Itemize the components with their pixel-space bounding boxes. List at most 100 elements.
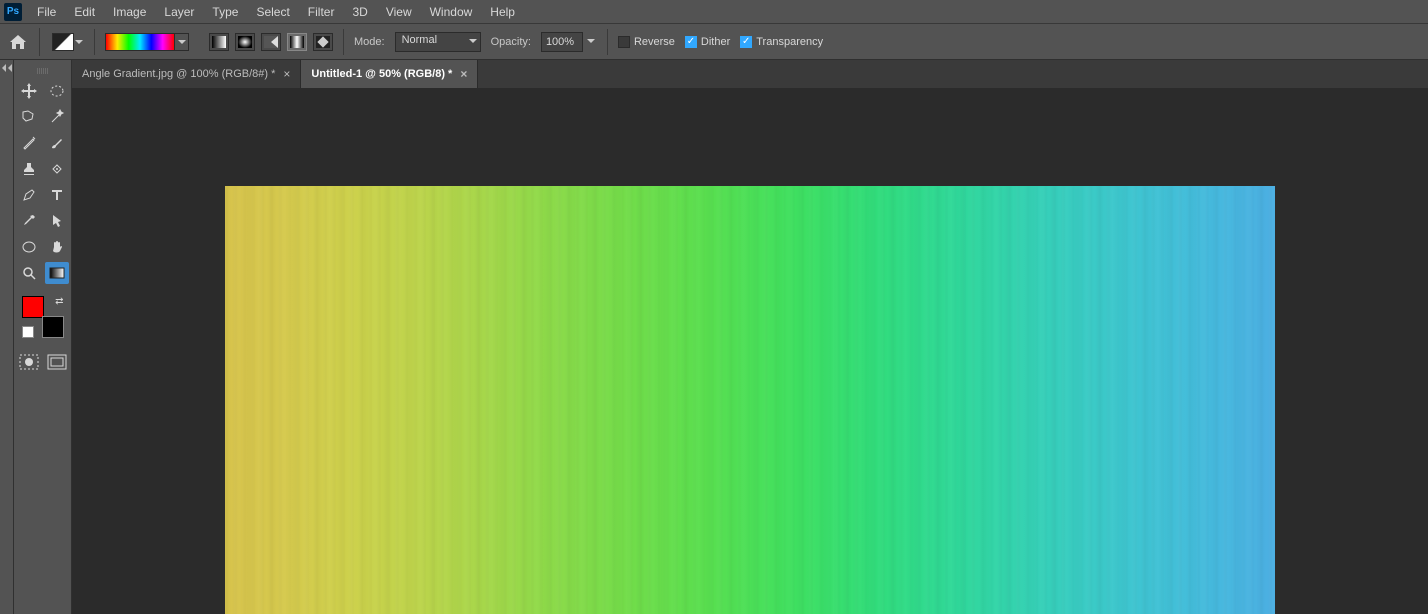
canvas-viewport[interactable]: [72, 88, 1428, 614]
stamp-icon: [21, 161, 37, 177]
hand-icon: [49, 239, 65, 255]
chevron-down-icon: [74, 38, 84, 46]
healing-icon: [49, 161, 65, 177]
menu-help[interactable]: Help: [481, 2, 524, 22]
eyedropper-icon: [21, 213, 37, 229]
reverse-label: Reverse: [634, 36, 675, 48]
menu-filter[interactable]: Filter: [299, 2, 344, 22]
separator: [94, 29, 95, 55]
move-tool[interactable]: [17, 80, 41, 102]
magnifier-icon: [21, 265, 37, 281]
gradient-diamond-button[interactable]: [313, 33, 333, 51]
gradient-reflected-icon: [290, 36, 304, 48]
menu-edit[interactable]: Edit: [65, 2, 104, 22]
dither-checkbox[interactable]: ✓ Dither: [685, 36, 730, 48]
wand-sparkle-icon: [49, 109, 65, 125]
gradient-reflected-button[interactable]: [287, 33, 307, 51]
lasso-poly-icon: [21, 109, 37, 125]
opacity-input[interactable]: [541, 32, 583, 52]
gradient-picker[interactable]: [105, 33, 189, 51]
menu-select[interactable]: Select: [247, 2, 298, 22]
gradient-tool[interactable]: [45, 262, 69, 284]
menu-bar: Ps File Edit Image Layer Type Select Fil…: [0, 0, 1428, 24]
gradient-linear-button[interactable]: [209, 33, 229, 51]
app-logo: Ps: [4, 3, 22, 21]
menu-view[interactable]: View: [377, 2, 421, 22]
eraser-tool[interactable]: [45, 158, 69, 180]
ellipse-icon: [21, 239, 37, 255]
foreground-swatch[interactable]: [22, 296, 44, 318]
brush-tool[interactable]: [45, 132, 69, 154]
pen-tool[interactable]: [17, 184, 41, 206]
dither-label: Dither: [701, 36, 730, 48]
opacity-field[interactable]: [541, 32, 583, 52]
move-icon: [21, 83, 37, 99]
home-icon: [10, 35, 26, 49]
gradient-angle-icon: [264, 36, 278, 48]
eyedropper-tool[interactable]: [17, 210, 41, 232]
panel-collapse-strip[interactable]: [0, 60, 14, 614]
menu-file[interactable]: File: [28, 2, 65, 22]
screenmode-button[interactable]: [47, 354, 67, 370]
quick-select-tool[interactable]: [45, 106, 69, 128]
swap-colors-icon[interactable]: ⇄: [55, 296, 63, 307]
document-tab-label: Angle Gradient.jpg @ 100% (RGB/8#) *: [82, 68, 275, 80]
close-icon[interactable]: ×: [283, 67, 290, 81]
pen-icon: [21, 187, 37, 203]
arrow-cursor-icon: [49, 213, 65, 229]
checkbox-icon: [618, 36, 630, 48]
document-area: ⇄ Angle Gradient.jpg @ 100% (RGB/8#) * ×…: [0, 60, 1428, 614]
reverse-checkbox[interactable]: Reverse: [618, 36, 675, 48]
wand-icon: [21, 135, 37, 151]
mode-select-value: Normal: [395, 32, 481, 52]
quickmask-button[interactable]: [19, 354, 39, 370]
transparency-label: Transparency: [756, 36, 823, 48]
chevron-left-double-icon: [2, 64, 12, 72]
lasso-tool[interactable]: [17, 106, 41, 128]
menu-window[interactable]: Window: [421, 2, 482, 22]
home-button[interactable]: [4, 28, 40, 56]
fg-bg-swatch-icon: [52, 33, 74, 51]
canvas-zone: Angle Gradient.jpg @ 100% (RGB/8#) * × U…: [72, 60, 1428, 614]
document-tab-label: Untitled-1 @ 50% (RGB/8) *: [311, 68, 452, 80]
gradient-preview-swatch: [105, 33, 175, 51]
gradient-radial-icon: [238, 36, 252, 48]
mode-label: Mode:: [354, 36, 385, 48]
crop-tool[interactable]: [17, 132, 41, 154]
type-icon: [49, 187, 65, 203]
document-tab[interactable]: Angle Gradient.jpg @ 100% (RGB/8#) * ×: [72, 60, 301, 88]
panel-grip[interactable]: [27, 68, 59, 74]
hand-tool[interactable]: [45, 236, 69, 258]
stamp-tool[interactable]: [17, 158, 41, 180]
tools-panel: ⇄: [14, 60, 72, 614]
quickmask-icon: [19, 354, 39, 370]
close-icon[interactable]: ×: [460, 67, 467, 81]
transparency-checkbox[interactable]: ✓ Transparency: [740, 36, 823, 48]
menu-3d[interactable]: 3D: [343, 2, 376, 22]
menu-type[interactable]: Type: [203, 2, 247, 22]
menu-layer[interactable]: Layer: [155, 2, 203, 22]
screenmode-icon: [47, 354, 67, 370]
checkbox-checked-icon: ✓: [685, 36, 697, 48]
fg-bg-swatch-dropdown[interactable]: [52, 33, 84, 51]
background-swatch[interactable]: [42, 316, 64, 338]
default-colors-icon[interactable]: [22, 326, 34, 338]
mode-select[interactable]: Normal: [395, 32, 481, 52]
ellipse-dashed-icon: [49, 83, 65, 99]
document-tab[interactable]: Untitled-1 @ 50% (RGB/8) * ×: [301, 60, 478, 88]
color-swatches[interactable]: ⇄: [20, 296, 66, 338]
shape-tool[interactable]: [17, 236, 41, 258]
canvas[interactable]: [225, 186, 1275, 614]
path-select-tool[interactable]: [45, 210, 69, 232]
type-tool[interactable]: [45, 184, 69, 206]
menu-image[interactable]: Image: [104, 2, 155, 22]
zoom-tool[interactable]: [17, 262, 41, 284]
separator: [607, 29, 608, 55]
gradient-angle-button[interactable]: [261, 33, 281, 51]
gradient-type-group: [209, 33, 333, 51]
marquee-tool[interactable]: [45, 80, 69, 102]
gradient-radial-button[interactable]: [235, 33, 255, 51]
canvas-content: [225, 186, 1275, 614]
chevron-down-icon: [175, 33, 189, 51]
chevron-down-icon: [587, 37, 595, 45]
